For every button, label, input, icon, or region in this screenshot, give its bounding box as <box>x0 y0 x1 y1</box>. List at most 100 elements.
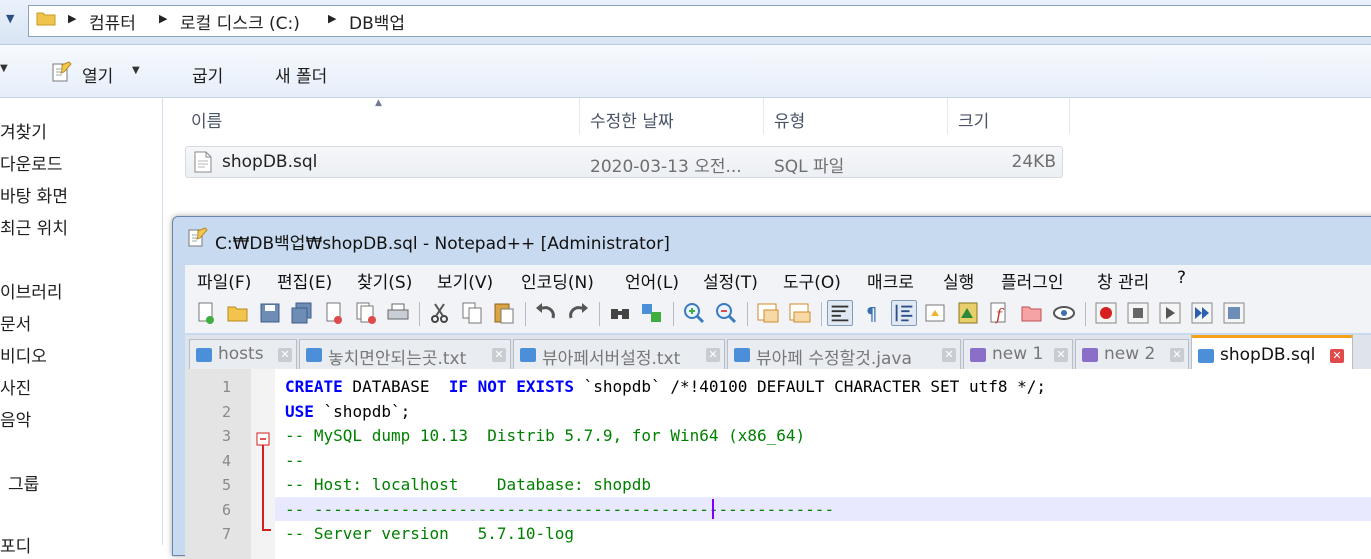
column-header-type[interactable]: 유형 <box>774 107 805 132</box>
column-header-size[interactable]: 크기 <box>958 107 989 132</box>
breadcrumb-local-disk[interactable]: 로컬 디스크 (C:) <box>180 9 300 34</box>
code-line-1: CREATE DATABASE IF NOT EXISTS `shopdb` /… <box>285 377 1046 396</box>
print-icon[interactable] <box>385 300 411 326</box>
nav-item-favorites[interactable]: 겨찾기 <box>0 118 47 143</box>
menu-search[interactable]: 찾기(S) <box>357 268 412 293</box>
column-divider[interactable] <box>947 98 948 134</box>
line-number: 2 <box>221 403 231 421</box>
zoom-out-icon[interactable] <box>713 300 739 326</box>
save-macro-icon[interactable] <box>1221 300 1247 326</box>
fold-minus-icon[interactable] <box>251 431 275 535</box>
menu-help[interactable]: ? <box>1177 268 1186 288</box>
cut-icon[interactable] <box>427 300 453 326</box>
tab-file-2[interactable]: 놓치면안되는곳.txt ✕ <box>299 339 511 369</box>
breadcrumb-computer[interactable]: 컴퓨터 <box>89 9 136 34</box>
menu-language[interactable]: 언어(L) <box>625 268 679 293</box>
save-icon[interactable] <box>257 300 283 326</box>
replace-icon[interactable] <box>639 300 665 326</box>
sql-keyword: USE <box>285 402 314 421</box>
nav-item-desktop[interactable]: 바탕 화면 <box>0 182 68 207</box>
nav-item-pictures[interactable]: 사진 <box>0 374 31 399</box>
history-dropdown-icon[interactable]: ▼ <box>6 12 14 25</box>
sync-horizontal-icon[interactable] <box>787 300 813 326</box>
menu-window[interactable]: 창 관리 <box>1097 268 1149 293</box>
find-icon[interactable] <box>607 300 633 326</box>
menu-encoding[interactable]: 인코딩(N) <box>521 268 594 293</box>
breadcrumb-db-backup[interactable]: DB백업 <box>349 9 405 34</box>
file-size: 24KB <box>1011 152 1056 172</box>
column-header-modified[interactable]: 수정한 날짜 <box>590 107 674 132</box>
menu-file[interactable]: 파일(F) <box>197 268 251 293</box>
tab-close-icon[interactable]: ✕ <box>942 348 956 362</box>
new-file-icon[interactable] <box>193 300 219 326</box>
word-wrap-icon[interactable] <box>827 300 853 326</box>
show-all-characters-icon[interactable]: ¶ <box>859 300 885 326</box>
notepadpp-window: C:₩DB백업₩shopDB.sql - Notepad++ [Administ… <box>172 216 1371 559</box>
menu-plugins[interactable]: 플러그인 <box>1001 268 1064 293</box>
breadcrumb-separator-icon[interactable]: ▶ <box>328 12 336 25</box>
run-macro-multiple-icon[interactable] <box>1189 300 1215 326</box>
menu-macro[interactable]: 매크로 <box>867 268 914 293</box>
toolbar-separator <box>525 302 526 326</box>
nav-item-recent[interactable]: 최근 위치 <box>0 214 68 239</box>
tab-close-icon[interactable]: ✕ <box>1170 348 1184 362</box>
stop-macro-icon[interactable] <box>1125 300 1151 326</box>
document-map-icon[interactable] <box>955 300 981 326</box>
nav-item-videos[interactable]: 비디오 <box>0 342 47 367</box>
navigation-pane: 겨찾기 다운로드 바탕 화면 최근 위치 이브러리 문서 비디오 사진 음악 그… <box>0 98 163 557</box>
monitoring-eye-icon[interactable] <box>1051 300 1077 326</box>
file-row[interactable]: shopDB.sql 2020-03-13 오전... SQL 파일 24KB <box>185 146 1063 178</box>
copy-icon[interactable] <box>459 300 485 326</box>
code-editor[interactable]: 1 2 3 4 5 6 7 CREATE DATABASE IF NOT EXI… <box>185 369 1371 559</box>
tab-close-icon[interactable]: ✕ <box>278 348 292 362</box>
address-bar-area: ▼ ▶ 컴퓨터 ▶ 로컬 디스크 (C:) ▶ DB백업 <box>0 0 1371 45</box>
tab-file-4[interactable]: 뷰아페 수정할것.java ✕ <box>727 339 961 369</box>
nav-item-downloads[interactable]: 다운로드 <box>0 150 63 175</box>
tab-close-icon[interactable]: ✕ <box>706 348 720 362</box>
tab-new-1[interactable]: new 1 ✕ <box>963 339 1073 369</box>
tab-new-2[interactable]: new 2 ✕ <box>1075 339 1189 369</box>
breadcrumb-separator-icon[interactable]: ▶ <box>68 12 76 25</box>
column-header-name[interactable]: 이름 <box>191 107 222 132</box>
tab-shopdb-sql[interactable]: shopDB.sql ✕ <box>1191 335 1353 370</box>
menu-settings[interactable]: 설정(T) <box>703 268 758 293</box>
menu-view[interactable]: 보기(V) <box>437 268 493 293</box>
nav-item-homegroup[interactable]: 그룹 <box>8 470 39 495</box>
close-all-icon[interactable] <box>353 300 379 326</box>
menu-edit[interactable]: 편집(E) <box>277 268 332 293</box>
tab-file-3[interactable]: 뷰아페서버설정.txt ✕ <box>513 339 725 369</box>
column-divider[interactable] <box>579 98 580 134</box>
nav-item-music[interactable]: 음악 <box>0 406 31 431</box>
tab-close-icon[interactable]: ✕ <box>1054 348 1068 362</box>
folder-as-workspace-icon[interactable] <box>1019 300 1045 326</box>
tab-hosts[interactable]: hosts ✕ <box>189 339 297 369</box>
user-language-icon[interactable] <box>923 300 949 326</box>
open-dropdown-icon[interactable]: ▼ <box>132 65 140 76</box>
nav-item-libraries[interactable]: 이브러리 <box>0 278 63 303</box>
indent-guide-icon[interactable] <box>891 300 917 326</box>
svg-text:¶: ¶ <box>866 304 877 325</box>
organize-dropdown-icon[interactable]: ▼ <box>0 63 8 74</box>
open-button[interactable]: 열기 <box>82 62 113 87</box>
column-divider[interactable] <box>1069 98 1070 134</box>
nav-item-documents[interactable]: 문서 <box>0 310 31 335</box>
undo-icon[interactable] <box>533 300 559 326</box>
record-macro-icon[interactable] <box>1093 300 1119 326</box>
open-folder-icon[interactable] <box>225 300 251 326</box>
column-divider[interactable] <box>763 98 764 134</box>
menu-tools[interactable]: 도구(O) <box>783 268 841 293</box>
redo-icon[interactable] <box>565 300 591 326</box>
tab-close-icon[interactable]: ✕ <box>492 348 506 362</box>
save-all-icon[interactable] <box>289 300 315 326</box>
zoom-in-icon[interactable] <box>681 300 707 326</box>
paste-icon[interactable] <box>491 300 517 326</box>
burn-button[interactable]: 굽기 <box>192 62 223 87</box>
sync-vertical-icon[interactable] <box>755 300 781 326</box>
play-macro-icon[interactable] <box>1157 300 1183 326</box>
menu-run[interactable]: 실행 <box>943 268 974 293</box>
close-file-icon[interactable] <box>321 300 347 326</box>
tab-close-icon[interactable]: ✕ <box>1330 349 1344 363</box>
new-folder-button[interactable]: 새 폴더 <box>275 62 327 87</box>
breadcrumb-separator-icon[interactable]: ▶ <box>159 12 167 25</box>
function-list-icon[interactable]: f <box>987 300 1013 326</box>
